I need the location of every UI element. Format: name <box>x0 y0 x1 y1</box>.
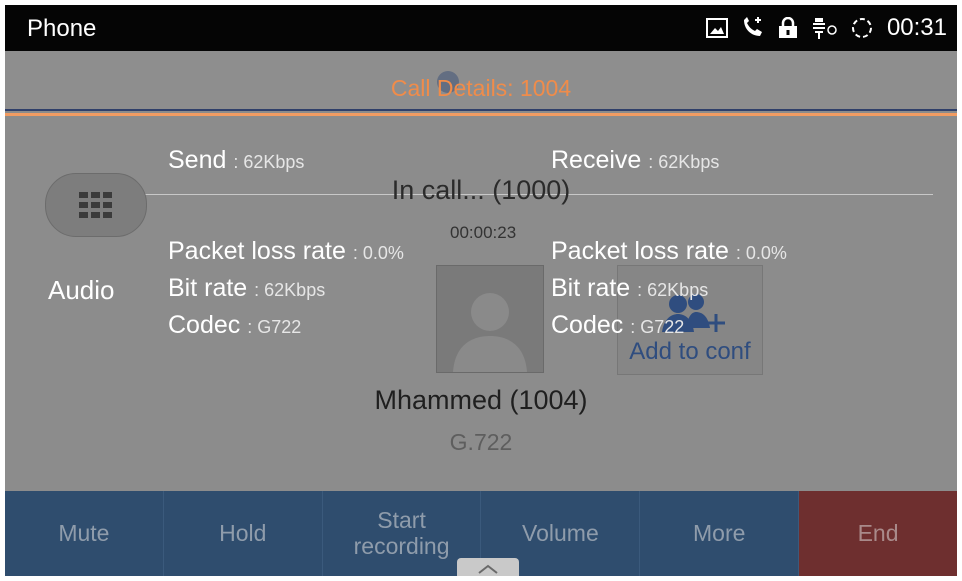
receive-codec: Codec : G722 <box>551 311 684 340</box>
send-bit-rate-value: : 62Kbps <box>254 280 326 300</box>
receive-packet-loss: Packet loss rate : 0.0% <box>551 237 787 266</box>
end-call-button[interactable]: End <box>799 491 957 576</box>
lock-icon <box>778 17 798 39</box>
send-bit-rate-label: Bit rate <box>168 274 248 302</box>
receive-bit-rate-label: Bit rate <box>551 274 631 302</box>
send-packet-loss-label: Packet loss rate <box>168 237 346 265</box>
send-codec: Codec : G722 <box>168 311 301 340</box>
receive-bit-rate-value: : 62Kbps <box>637 280 709 300</box>
call-icon <box>741 17 765 39</box>
hold-button[interactable]: Hold <box>164 491 323 576</box>
receive-bit-rate: Bit rate : 62Kbps <box>551 274 708 303</box>
receive-codec-value: : G722 <box>630 317 685 337</box>
start-recording-line1: Start <box>377 507 426 534</box>
start-recording-line2: recording <box>353 532 450 559</box>
receive-packet-loss-value: : 0.0% <box>735 243 787 263</box>
call-details-title: Call Details: 1004 <box>390 75 572 101</box>
receive-rate: Receive : 62Kbps <box>551 146 719 175</box>
status-icons: 00:31 <box>705 14 947 42</box>
send-codec-label: Codec <box>168 311 241 339</box>
receive-codec-label: Codec <box>551 311 624 339</box>
send-value: : 62Kbps <box>233 152 305 172</box>
phone-screen: Phone 00:31 In call... (1000) 00:00:23 A… <box>5 5 957 576</box>
usb-debug-icon <box>811 16 837 40</box>
receive-value: : 62Kbps <box>648 152 720 172</box>
send-codec-value: : G722 <box>247 317 302 337</box>
expand-handle[interactable] <box>457 558 519 576</box>
status-bar: Phone 00:31 <box>5 5 957 51</box>
app-title: Phone <box>27 15 97 42</box>
more-button[interactable]: More <box>640 491 800 576</box>
receive-packet-loss-label: Packet loss rate <box>551 237 729 265</box>
chevron-up-icon <box>478 564 498 574</box>
gallery-icon <box>705 18 728 38</box>
sync-icon <box>850 16 874 40</box>
title-underline <box>5 113 957 116</box>
send-packet-loss: Packet loss rate : 0.0% <box>168 237 404 266</box>
send-label: Send <box>168 146 227 174</box>
mute-button[interactable]: Mute <box>5 491 164 576</box>
status-time: 00:31 <box>886 14 947 41</box>
call-details-dialog: Call Details: 1004 Send : 62Kbps Receive… <box>5 51 957 491</box>
receive-label: Receive <box>551 146 642 174</box>
send-packet-loss-value: : 0.0% <box>352 243 404 263</box>
send-bit-rate: Bit rate : 62Kbps <box>168 274 325 303</box>
send-rate: Send : 62Kbps <box>168 146 304 175</box>
media-type-label: Audio <box>48 275 115 305</box>
